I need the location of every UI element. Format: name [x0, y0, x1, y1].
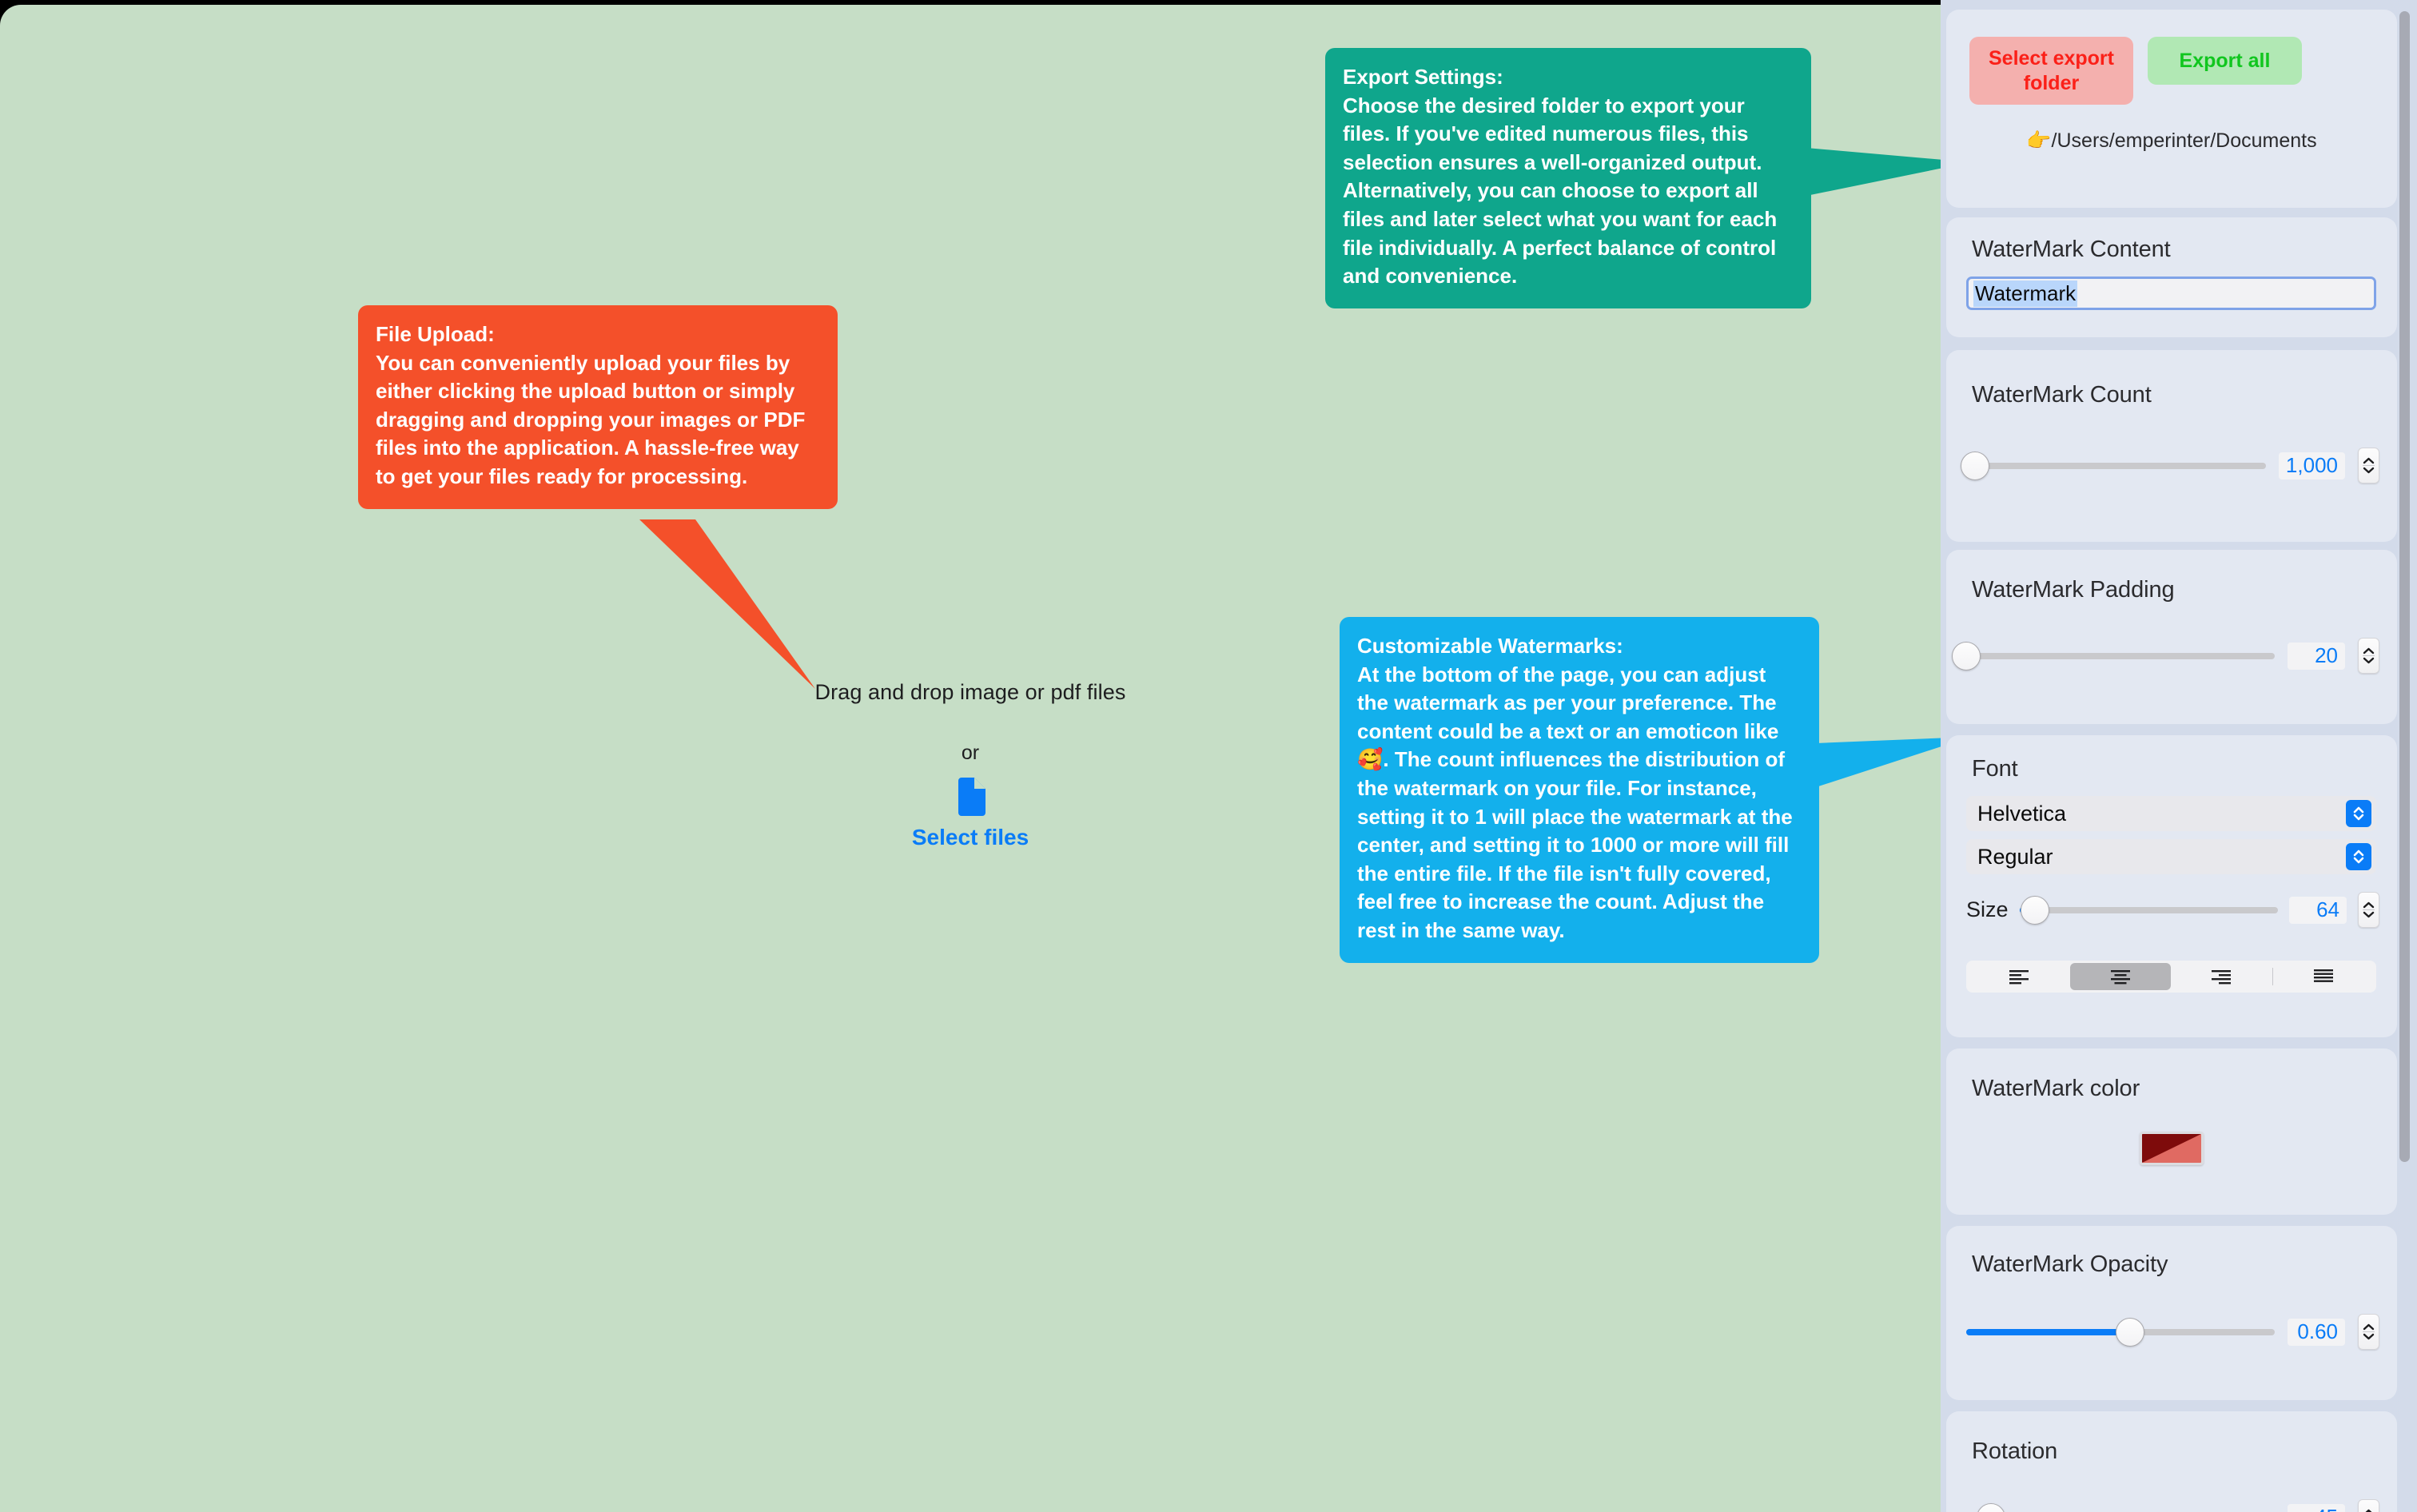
chevron-updown-icon — [2346, 800, 2371, 827]
callout-export-settings: Export Settings: Choose the desired fold… — [1325, 48, 1811, 308]
align-justify-icon[interactable] — [2273, 963, 2375, 990]
align-center-icon[interactable] — [2069, 963, 2171, 990]
app-window: Drag and drop image or pdf files or Sele… — [0, 0, 2417, 1512]
callout-title: Customizable Watermarks: — [1357, 634, 1623, 658]
watermark-opacity-stepper[interactable] — [2358, 1314, 2379, 1350]
font-label: Font — [1972, 756, 2018, 782]
font-family-value: Helvetica — [1977, 801, 2067, 826]
watermark-content-card: WaterMark Content Watermark — [1946, 217, 2397, 337]
font-style-value: Regular — [1977, 844, 2053, 869]
chevron-updown-icon — [2346, 843, 2371, 870]
watermark-count-stepper[interactable] — [2358, 448, 2379, 483]
align-right-icon[interactable] — [2171, 963, 2272, 990]
select-export-folder-button[interactable]: Select export folder — [1969, 37, 2133, 105]
font-style-select[interactable]: Regular — [1966, 839, 2376, 874]
watermark-count-slider[interactable] — [1961, 450, 2266, 482]
callout-body: You can conveniently upload your files b… — [376, 350, 806, 489]
watermark-padding-value[interactable]: 20 — [2288, 642, 2345, 670]
callout-file-upload: File Upload: You can conveniently upload… — [358, 305, 838, 509]
callout-title: Export Settings: — [1343, 65, 1503, 89]
export-all-button[interactable]: Export all — [2148, 37, 2302, 85]
watermark-content-value: Watermark — [1973, 280, 2078, 307]
font-size-slider[interactable] — [2019, 894, 2278, 926]
watermark-color-card: WaterMark color — [1946, 1048, 2397, 1215]
watermark-opacity-label: WaterMark Opacity — [1972, 1251, 2168, 1277]
watermark-opacity-card: WaterMark Opacity 0.60 — [1946, 1226, 2397, 1400]
watermark-count-value[interactable]: 1,000 — [2278, 452, 2345, 479]
font-size-stepper[interactable] — [2358, 892, 2379, 928]
export-path-label: 👉/Users/emperinter/Documents — [2026, 129, 2317, 152]
rotation-value[interactable]: 45 — [2288, 1503, 2345, 1512]
text-alignment-segmented-control[interactable] — [1966, 961, 2376, 993]
rotation-slider[interactable] — [1966, 1502, 2275, 1512]
rotation-stepper[interactable] — [2358, 1499, 2379, 1512]
callout-body: Choose the desired folder to export your… — [1343, 93, 1778, 288]
rotation-label: Rotation — [1972, 1438, 2058, 1464]
callout-customizable-watermarks: Customizable Watermarks: At the bottom o… — [1340, 617, 1819, 963]
watermark-padding-card: WaterMark Padding 20 — [1946, 550, 2397, 724]
watermark-color-swatch[interactable] — [2140, 1132, 2204, 1165]
watermark-padding-label: WaterMark Padding — [1972, 577, 2175, 603]
watermark-opacity-slider[interactable] — [1966, 1316, 2275, 1348]
watermark-color-label: WaterMark color — [1972, 1076, 2140, 1101]
rotation-card: Rotation 45 — [1946, 1411, 2397, 1512]
font-size-label: Size — [1966, 897, 2009, 921]
callout-body: At the bottom of the page, you can adjus… — [1357, 662, 1793, 943]
watermark-padding-stepper[interactable] — [2358, 638, 2379, 674]
align-left-icon[interactable] — [1969, 963, 2070, 990]
watermark-content-input[interactable]: Watermark — [1966, 277, 2376, 310]
settings-sidebar: Select export folder Export all 👉/Users/… — [1941, 0, 2417, 1512]
font-size-value[interactable]: 64 — [2289, 896, 2347, 924]
callout-title: File Upload: — [376, 322, 495, 346]
sidebar-scrollbar[interactable] — [2399, 11, 2410, 1162]
watermark-count-card: WaterMark Count 1,000 — [1946, 350, 2397, 542]
watermark-opacity-value[interactable]: 0.60 — [2288, 1318, 2345, 1346]
export-card: Select export folder Export all 👉/Users/… — [1946, 10, 2397, 208]
watermark-content-label: WaterMark Content — [1972, 237, 2171, 262]
watermark-count-label: WaterMark Count — [1972, 382, 2152, 408]
watermark-padding-slider[interactable] — [1952, 640, 2275, 672]
font-family-select[interactable]: Helvetica — [1966, 796, 2376, 831]
font-card: Font Helvetica Regular Size 64 — [1946, 735, 2397, 1037]
